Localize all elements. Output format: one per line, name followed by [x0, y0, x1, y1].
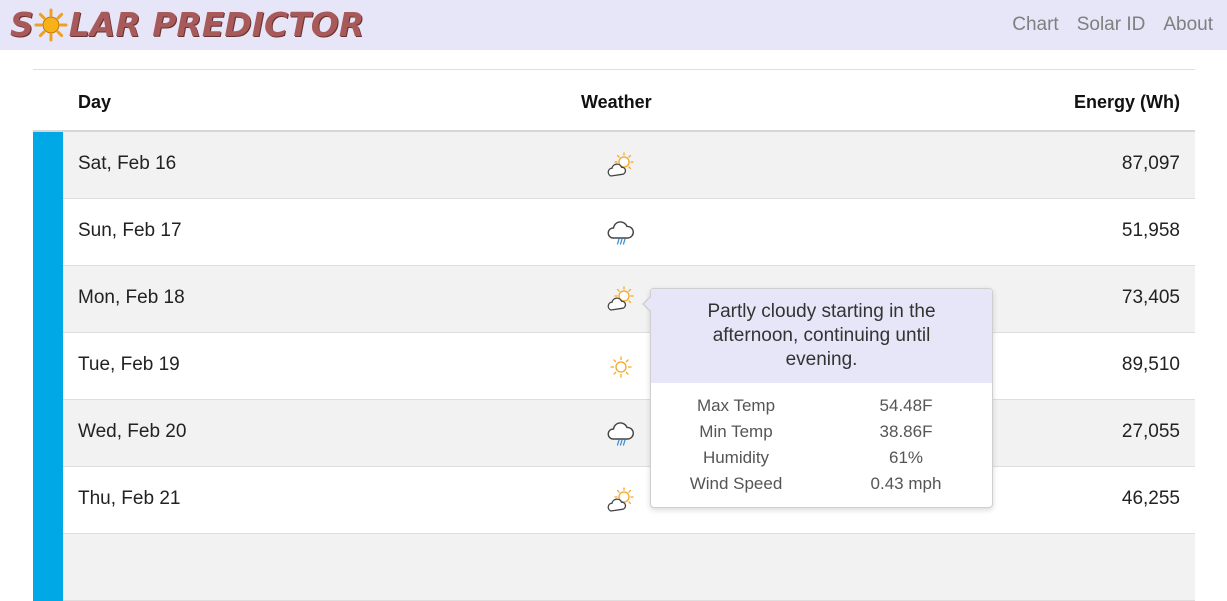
row-accent-bar	[33, 534, 63, 601]
tooltip-row: Max Temp 54.48F	[651, 393, 992, 419]
tooltip-label: Max Temp	[696, 396, 776, 415]
row-energy: 89,510	[1121, 354, 1180, 375]
tooltip-label: Min Temp	[699, 422, 773, 441]
tooltip-details: Max Temp 54.48F Min Temp 38.86F Humidity…	[651, 383, 992, 497]
row-accent-bar	[33, 333, 63, 400]
table-row: Tue, Feb 19 89,510	[33, 333, 1195, 400]
row-energy: 87,097	[1121, 153, 1180, 174]
table-row: Wed, Feb 20 27,055	[33, 400, 1195, 467]
brand-title-left: S	[10, 5, 34, 44]
nav-chart-link[interactable]: Chart	[1012, 14, 1058, 36]
tooltip-arrow-inner	[644, 296, 652, 312]
row-accent-bar	[33, 132, 63, 199]
row-accent-bar	[33, 467, 63, 534]
partly-cloudy-icon[interactable]	[606, 486, 636, 516]
table-row: Sat, Feb 16 87,097	[33, 132, 1195, 199]
row-energy: 27,055	[1121, 421, 1180, 442]
header-weather: Weather	[581, 92, 652, 112]
row-accent-bar	[33, 400, 63, 467]
table-row: Thu, Feb 21 46,255	[33, 467, 1195, 534]
brand-title-right: LAR PREDICTOR	[68, 5, 365, 44]
table-row: Mon, Feb 18 73,405	[33, 266, 1195, 333]
header-energy: Energy (Wh)	[1074, 92, 1180, 112]
row-day: Wed, Feb 20	[78, 421, 187, 442]
partly-cloudy-icon[interactable]	[606, 151, 636, 181]
rain-icon[interactable]	[606, 218, 636, 248]
row-accent-bar	[33, 199, 63, 266]
nav-links: Chart Solar ID About	[1012, 0, 1227, 50]
brand-logo[interactable]: S LAR PREDICTOR	[10, 6, 364, 44]
tooltip-label: Humidity	[702, 448, 770, 467]
sun-icon[interactable]	[606, 352, 636, 382]
tooltip-value: 54.48F	[879, 396, 933, 415]
row-day: Sun, Feb 17	[78, 220, 182, 241]
tooltip-value: 61%	[888, 448, 924, 467]
partly-cloudy-icon[interactable]	[606, 285, 636, 315]
tooltip-value: 38.86F	[879, 422, 933, 441]
header-day: Day	[78, 92, 112, 112]
row-day: Sat, Feb 16	[78, 153, 177, 174]
table-row-partial	[33, 534, 1195, 601]
tooltip-row: Humidity 61%	[651, 445, 992, 471]
tooltip-row: Wind Speed 0.43 mph	[651, 471, 992, 497]
row-day: Mon, Feb 18	[78, 287, 185, 308]
row-energy: 73,405	[1121, 287, 1180, 308]
table-header: Day Weather Energy (Wh)	[33, 70, 1195, 132]
tooltip-value: 0.43 mph	[870, 474, 942, 493]
row-day: Thu, Feb 21	[78, 488, 181, 509]
nav-solar-id-link[interactable]: Solar ID	[1077, 14, 1146, 36]
sun-icon	[34, 8, 68, 42]
rain-icon[interactable]	[606, 419, 636, 449]
weather-tooltip: Partly cloudy starting in the afternoon,…	[642, 288, 993, 508]
tooltip-summary: Partly cloudy starting in the afternoon,…	[651, 289, 992, 383]
nav-about-link[interactable]: About	[1163, 14, 1213, 36]
tooltip-row: Min Temp 38.86F	[651, 419, 992, 445]
row-energy: 51,958	[1121, 220, 1180, 241]
table-row: Sun, Feb 17 51,958	[33, 199, 1195, 266]
row-day: Tue, Feb 19	[78, 354, 180, 375]
row-accent-bar	[33, 266, 63, 333]
navbar: S LAR PREDICTOR Chart Solar ID About	[0, 0, 1227, 50]
row-energy: 46,255	[1121, 488, 1180, 509]
tooltip-label: Wind Speed	[689, 474, 783, 493]
